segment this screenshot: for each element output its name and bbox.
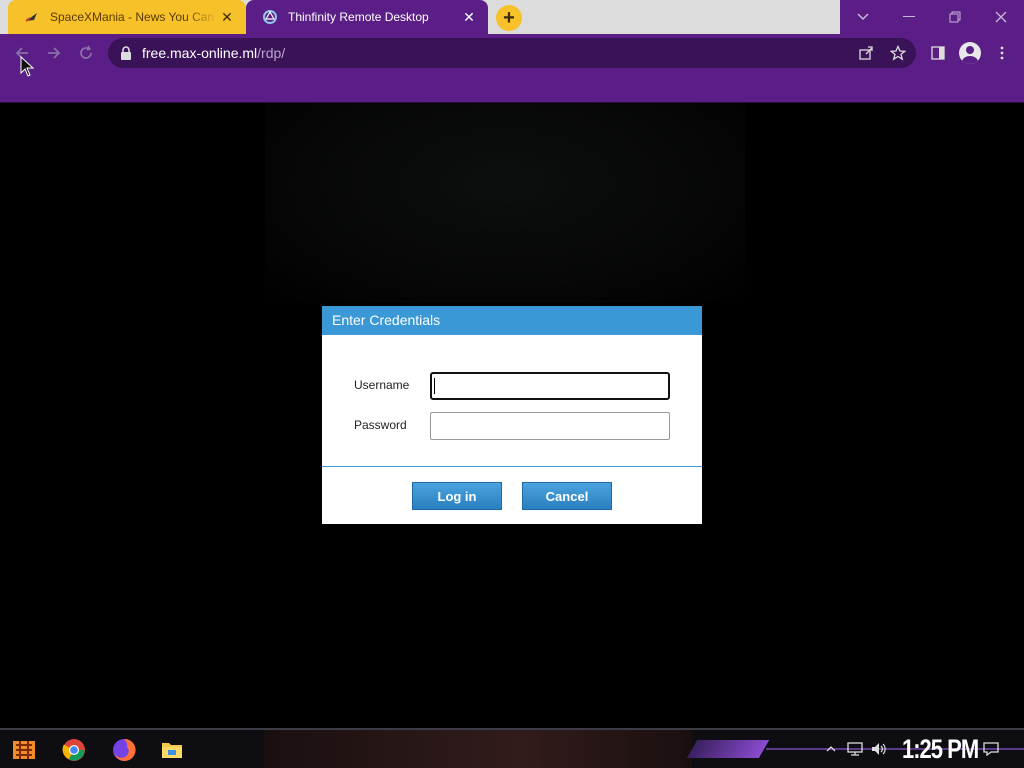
restore-button[interactable] [932, 0, 978, 34]
lock-icon[interactable] [120, 46, 132, 60]
taskbar-clock[interactable]: 1:25 PM [902, 734, 979, 765]
browser-toolbar: free.max-online.ml/rdp/ [0, 34, 1024, 72]
url-domain: free.max-online.ml [142, 45, 258, 61]
tab-search-chevron-icon[interactable] [840, 0, 886, 34]
new-tab-button[interactable]: + [496, 5, 522, 31]
taskbar-accent [686, 740, 770, 758]
tab-title: SpaceXMania - News You Can T [50, 10, 218, 24]
side-panel-icon[interactable] [924, 39, 952, 67]
avatar [959, 42, 981, 64]
more-menu-icon[interactable] [988, 39, 1016, 67]
url-path: /rdp/ [257, 45, 286, 61]
file-explorer-icon[interactable] [158, 736, 186, 764]
dialog-divider [322, 466, 702, 467]
mouse-cursor-icon [20, 55, 36, 78]
cancel-button[interactable]: Cancel [522, 482, 612, 510]
username-label: Username [354, 378, 410, 392]
username-input[interactable] [430, 372, 670, 400]
address-bar[interactable]: free.max-online.ml/rdp/ [108, 38, 916, 68]
tab-title: Thinfinity Remote Desktop [288, 10, 429, 24]
notification-icon[interactable] [982, 740, 1000, 758]
taskbar: 1:25 PM [0, 728, 1024, 768]
text-caret [434, 378, 435, 394]
close-tab-icon[interactable]: ✕ [218, 8, 236, 26]
password-input[interactable] [430, 412, 670, 440]
tab-thinfinity[interactable]: Thinfinity Remote Desktop ✕ [246, 0, 488, 34]
url-text: free.max-online.ml/rdp/ [142, 38, 285, 68]
volume-icon[interactable] [870, 740, 888, 758]
close-tab-icon[interactable]: ✕ [460, 8, 478, 26]
dialog-title: Enter Credentials [322, 306, 702, 335]
login-button[interactable]: Log in [412, 482, 502, 510]
thinfinity-icon [262, 9, 278, 25]
profile-avatar-icon[interactable] [956, 39, 984, 67]
forward-arrow-icon[interactable] [40, 39, 68, 67]
credentials-dialog: Enter Credentials Username Password Log … [322, 306, 702, 524]
chevron-up-icon[interactable] [822, 740, 840, 758]
share-icon[interactable] [856, 43, 876, 63]
remote-background [265, 103, 745, 303]
rocket-icon [24, 9, 40, 25]
tab-strip: SpaceXMania - News You Can T ✕ Thinfinit… [0, 0, 1024, 34]
reload-icon[interactable] [72, 39, 100, 67]
start-icon[interactable] [10, 736, 38, 764]
tab-spacexmania[interactable]: SpaceXMania - News You Can T ✕ [8, 0, 246, 34]
firefox-icon[interactable] [110, 736, 138, 764]
network-icon[interactable] [846, 740, 864, 758]
chrome-icon[interactable] [60, 736, 88, 764]
taskbar-decoration [264, 730, 692, 768]
minimize-button[interactable] [886, 0, 932, 34]
close-window-button[interactable] [978, 0, 1024, 34]
bookmark-star-icon[interactable] [888, 43, 908, 63]
password-label: Password [354, 418, 407, 432]
bookmarks-bar [0, 72, 1024, 103]
